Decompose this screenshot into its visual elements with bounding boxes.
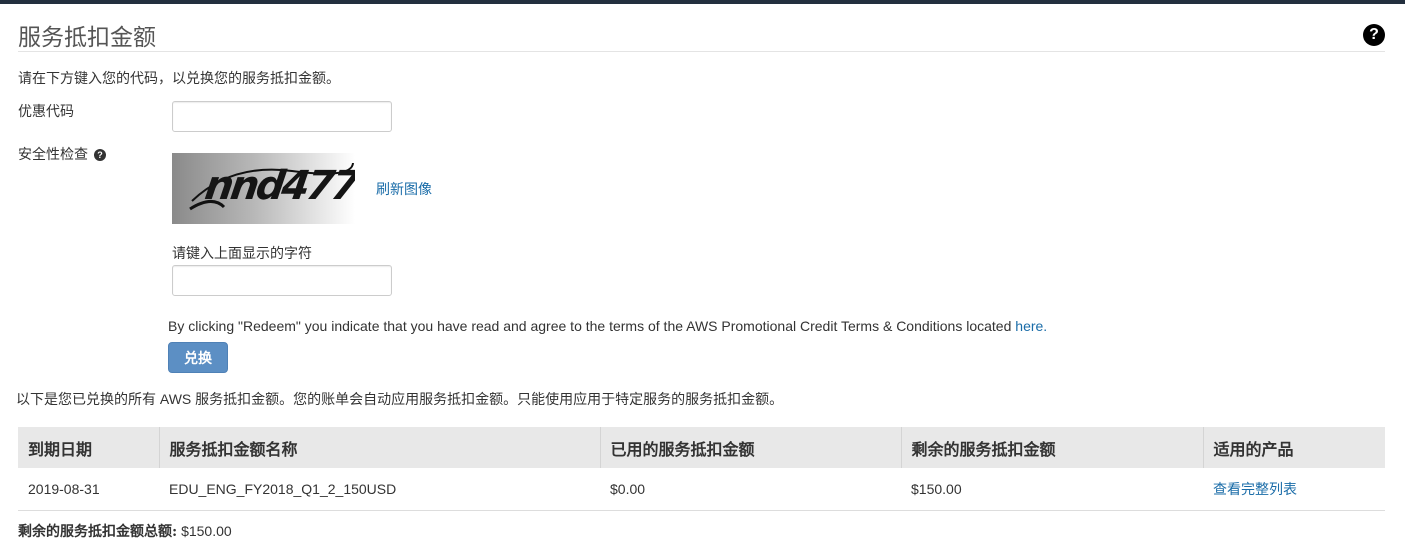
title-divider [18,51,1385,52]
cell-products: 查看完整列表 [1203,468,1385,511]
cell-remaining: $150.00 [901,468,1203,511]
column-header-remaining: 剩余的服务抵扣金额 [900,427,1203,468]
credits-table: 到期日期 服务抵扣金额名称 已用的服务抵扣金额 剩余的服务抵扣金额 适用的产品 … [18,427,1385,511]
redeem-button[interactable]: 兑换 [168,342,228,373]
view-full-list-link[interactable]: 查看完整列表 [1213,481,1297,497]
column-header-expiration: 到期日期 [18,427,159,468]
captcha-input[interactable] [172,265,392,296]
page-title: 服务抵扣金额 [18,24,156,50]
security-check-label: 安全性检查? [18,144,106,164]
captcha-text: nnd477 [202,163,355,209]
promo-code-label: 优惠代码 [18,103,74,119]
terms-link[interactable]: here. [1015,318,1047,334]
cell-expiration: 2019-08-31 [18,468,159,511]
column-header-used: 已用的服务抵扣金额 [599,427,901,468]
terms-prefix: By clicking "Redeem" you indicate that y… [168,318,1016,334]
cell-credit-name: EDU_ENG_FY2018_Q1_2_150USD [159,468,600,511]
credits-summary-text: 以下是您已兑换的所有 AWS 服务抵扣金额。您的账单会自动应用服务抵扣金额。只能… [16,391,784,407]
column-header-credit-name: 服务抵扣金额名称 [158,427,600,468]
captcha-prompt-label: 请键入上面显示的字符 [172,245,312,261]
terms-text: By clicking "Redeem" you indicate that y… [168,318,1047,334]
top-bar [0,0,1405,4]
promo-code-input[interactable] [172,101,392,132]
total-remaining-value: $150.00 [181,523,232,538]
total-remaining: 剩余的服务抵扣金额总额: $150.00 [18,521,232,538]
column-header-products: 适用的产品 [1202,427,1385,468]
total-remaining-label: 剩余的服务抵扣金额总额: [18,524,178,538]
captcha-image: nnd477 [172,153,355,224]
refresh-image-link[interactable]: 刷新图像 [376,179,432,199]
intro-text: 请在下方键入您的代码，以兑换您的服务抵扣金额。 [18,70,340,86]
security-check-label-text: 安全性检查 [18,146,88,162]
table-row: 2019-08-31 EDU_ENG_FY2018_Q1_2_150USD $0… [18,468,1385,511]
help-icon[interactable]: ? [1363,24,1385,46]
security-help-icon[interactable]: ? [94,149,106,161]
table-header-row: 到期日期 服务抵扣金额名称 已用的服务抵扣金额 剩余的服务抵扣金额 适用的产品 [18,427,1385,468]
cell-used: $0.00 [600,468,901,511]
